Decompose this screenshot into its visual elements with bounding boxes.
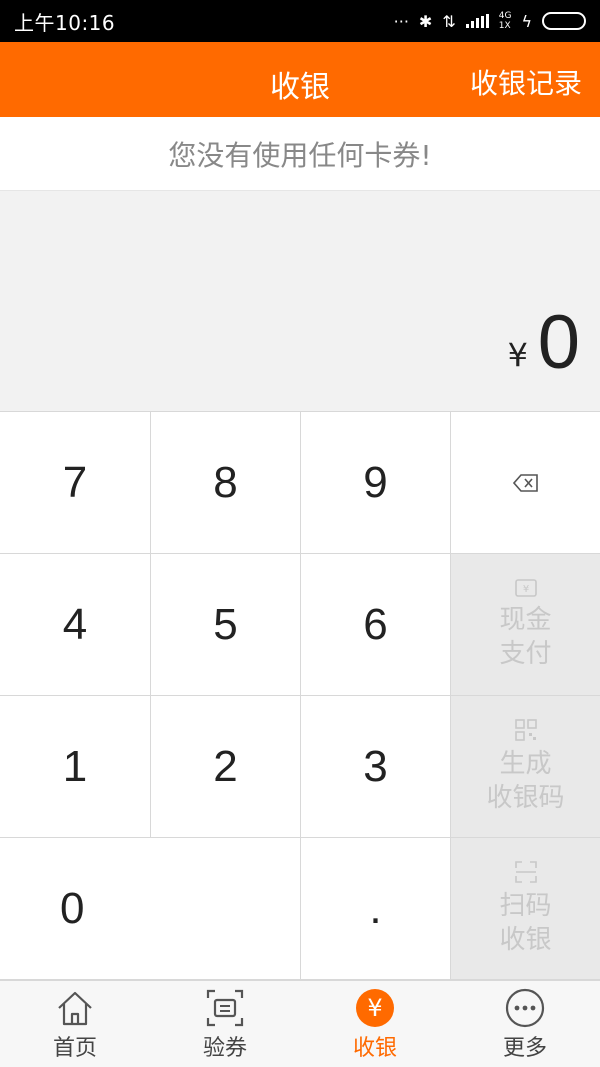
- key-1[interactable]: 1: [0, 696, 151, 838]
- cash-payment-label: 现金: [499, 604, 552, 635]
- coupon-notice[interactable]: 您没有使用任何卡券!: [0, 117, 600, 191]
- generate-qr-button[interactable]: 生成 收银码: [451, 696, 600, 838]
- status-time: 上午10:16: [14, 10, 116, 35]
- more-icon: [505, 988, 545, 1028]
- home-icon: [55, 988, 95, 1028]
- bottom-nav: 首页 验券 ¥ 收银 更多: [0, 980, 600, 1067]
- keypad: 7 8 9 4 5 6 ¥ 现金 支付 1 2 3 生成 收银码 0 . 扫码 …: [0, 412, 600, 980]
- svg-text:¥: ¥: [522, 584, 528, 595]
- battery-icon: [542, 12, 586, 30]
- key-4[interactable]: 4: [0, 554, 151, 696]
- signal-icon: [465, 14, 489, 28]
- generate-qr-label-2: 收银码: [486, 782, 565, 813]
- key-6[interactable]: 6: [301, 554, 451, 696]
- bluetooth-icon: ✱: [418, 11, 433, 31]
- status-icons: ··· ✱ ⇅ 4G 1X ϟ: [394, 11, 586, 31]
- scan-icon: [514, 860, 537, 883]
- title-bar: 收银 收银记录: [0, 42, 600, 117]
- cash-payment-label-2: 支付: [499, 638, 552, 669]
- ticket-scan-icon: [205, 988, 245, 1028]
- nav-more-label: 更多: [502, 1036, 547, 1061]
- nav-verify-coupon[interactable]: 验券: [150, 981, 300, 1067]
- key-3[interactable]: 3: [301, 696, 451, 838]
- backspace-button[interactable]: [451, 412, 600, 554]
- currency-symbol: ¥: [507, 336, 528, 374]
- nav-verify-coupon-label: 验券: [202, 1036, 247, 1061]
- nav-cashier[interactable]: ¥ 收银: [300, 981, 450, 1067]
- nav-home[interactable]: 首页: [0, 981, 150, 1067]
- generate-qr-label: 生成: [499, 748, 552, 779]
- yuan-icon: ¥: [355, 988, 395, 1028]
- nav-cashier-label: 收银: [352, 1036, 397, 1061]
- charging-icon: ϟ: [521, 11, 532, 31]
- cash-payment-button[interactable]: ¥ 现金 支付: [451, 554, 600, 696]
- scan-pay-label: 扫码: [499, 890, 552, 921]
- amount-value: 0: [537, 300, 580, 385]
- data-transfer-icon: ⇅: [442, 11, 456, 31]
- key-5[interactable]: 5: [151, 554, 301, 696]
- key-2[interactable]: 2: [151, 696, 301, 838]
- scan-pay-label-2: 收银: [499, 924, 552, 955]
- backspace-icon: [512, 473, 538, 492]
- qr-code-icon: [514, 718, 537, 741]
- key-0[interactable]: 0: [0, 838, 301, 980]
- dots-icon: ···: [393, 11, 409, 31]
- key-9[interactable]: 9: [301, 412, 451, 554]
- key-7[interactable]: 7: [0, 412, 151, 554]
- amount-display: ¥ 0: [0, 191, 600, 412]
- scan-pay-button[interactable]: 扫码 收银: [451, 838, 600, 980]
- nav-home-label: 首页: [52, 1036, 97, 1061]
- cash-icon: ¥: [514, 578, 537, 597]
- svg-text:¥: ¥: [367, 994, 382, 1022]
- cashier-records-link[interactable]: 收银记录: [470, 62, 582, 102]
- status-bar: 上午10:16 ··· ✱ ⇅ 4G 1X ϟ: [0, 0, 600, 42]
- network-type: 4G 1X: [498, 11, 512, 31]
- key-dot[interactable]: .: [301, 838, 451, 980]
- key-8[interactable]: 8: [151, 412, 301, 554]
- nav-more[interactable]: 更多: [450, 981, 600, 1067]
